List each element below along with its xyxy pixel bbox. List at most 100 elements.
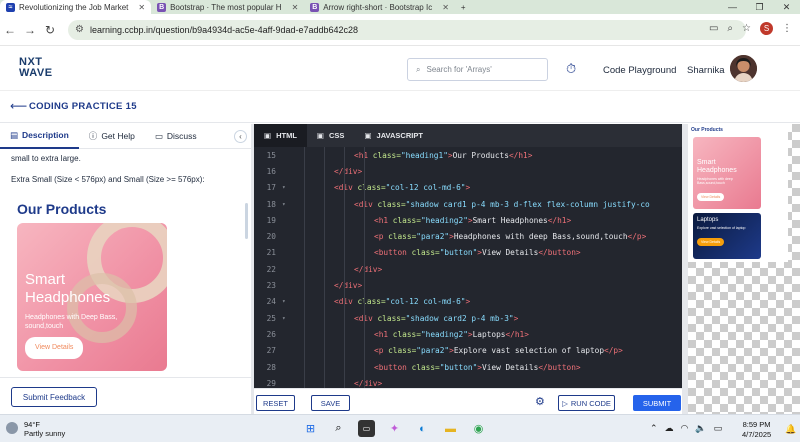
- copilot-icon[interactable]: ✦: [386, 420, 403, 437]
- tab-description[interactable]: ▤ Description: [0, 124, 79, 149]
- user-name[interactable]: Sharnika: [687, 65, 725, 76]
- bootstrap-favicon-icon: B: [157, 2, 167, 12]
- card-subtitle: Headphones with Deep Bass, sound,touch: [25, 313, 159, 331]
- date: 4/7/2025: [742, 430, 772, 439]
- file-explorer-icon[interactable]: ▬: [442, 420, 459, 437]
- line-number: 17: [266, 183, 276, 193]
- back-arrow-icon[interactable]: ←: [0, 23, 20, 37]
- indent-guide: [364, 147, 365, 388]
- search-icon[interactable]: ⌕: [330, 420, 347, 437]
- code-token: class=: [388, 346, 417, 356]
- new-tab-button[interactable]: +: [455, 0, 472, 14]
- close-tab-icon[interactable]: ✕: [442, 3, 449, 12]
- html5-icon: ▣: [264, 131, 272, 140]
- editor-tabs: ▣ HTML ▣ CSS ▣ JAVASCRIPT: [254, 124, 682, 147]
- code-line[interactable]: 28 <button class= "button" > View Details </b…: [254, 359, 682, 375]
- preview-card-button: View Details: [697, 193, 725, 201]
- close-tab-icon[interactable]: ✕: [138, 3, 145, 12]
- code-line[interactable]: 19 <h1 class= "heading2" > Smart Headphones <…: [254, 212, 682, 228]
- url-field[interactable]: ⚙ learning.ccbp.in/question/b9a4934d-ac5…: [68, 20, 746, 40]
- code-token: </h1>: [505, 329, 529, 339]
- tab-javascript[interactable]: ▣ JAVASCRIPT: [354, 124, 433, 147]
- fold-chevron-icon[interactable]: ▾: [282, 201, 294, 208]
- browser-tab-0[interactable]: ≈ Revolutionizing the Job Market ✕: [0, 0, 152, 14]
- tab-discuss[interactable]: ▭ Discuss: [145, 124, 207, 149]
- tab-css[interactable]: ▣ CSS: [307, 124, 355, 147]
- task-view-icon[interactable]: ▭: [358, 420, 375, 437]
- code-token: Smart Headphones: [472, 215, 548, 225]
- user-avatar[interactable]: [730, 55, 757, 82]
- clock[interactable]: 8:59 PM 4/7/2025: [742, 420, 771, 440]
- code-editor[interactable]: ▣ HTML ▣ CSS ▣ JAVASCRIPT 15 <h1 class= "head…: [254, 124, 682, 388]
- code-line[interactable]: 29 </div>: [254, 375, 682, 388]
- submit-button[interactable]: SUBMIT: [633, 395, 681, 411]
- code-token: </div>: [354, 378, 383, 388]
- run-code-button[interactable]: ▷ RUN CODE: [558, 395, 615, 411]
- code-area[interactable]: 15 <h1 class= "heading1" > Our Products </h1>…: [254, 147, 682, 388]
- battery-icon[interactable]: ▭: [714, 423, 723, 434]
- scrollbar-thumb[interactable]: [245, 203, 248, 239]
- code-line[interactable]: 17 ▾ <div class= "col-12 col-md-6" >: [254, 180, 682, 196]
- weather-icon: [6, 422, 18, 434]
- nxtwave-logo[interactable]: NXT WAVE: [19, 57, 53, 79]
- fold-chevron-icon[interactable]: ▾: [282, 315, 294, 322]
- code-line[interactable]: 27 <p class= "para2" > Explore vast selectio…: [254, 343, 682, 359]
- maximize-icon[interactable]: ❐: [746, 0, 773, 14]
- wifi-icon[interactable]: ◠: [681, 423, 689, 434]
- code-token: "heading2": [420, 329, 468, 339]
- bookmark-star-icon[interactable]: ☆: [742, 23, 751, 34]
- code-line[interactable]: 15 <h1 class= "heading1" > Our Products </h1>: [254, 147, 682, 163]
- code-playground-link[interactable]: Code Playground: [603, 65, 676, 76]
- code-line[interactable]: 23 </div>: [254, 277, 682, 293]
- save-button[interactable]: SAVE: [311, 395, 350, 411]
- tab-get-help[interactable]: ⓘ Get Help: [79, 124, 145, 149]
- browser-tab-2[interactable]: B Arrow right-short · Bootstrap Ic ✕: [304, 0, 455, 14]
- volume-icon[interactable]: 🔈: [695, 423, 706, 434]
- site-info-icon[interactable]: ⚙: [75, 24, 84, 35]
- back-arrow-icon[interactable]: ⟵: [10, 99, 27, 113]
- search-input[interactable]: ⌕ Search for 'Arrays': [407, 58, 548, 81]
- preview-card-sub: Headphones with deep Bass,sound,touch: [697, 177, 733, 185]
- preview-page: Our Products Smart Headphones Headphones …: [688, 124, 788, 262]
- weather-widget[interactable]: 94°F Partly sunny: [24, 420, 65, 438]
- code-line[interactable]: 22 </div>: [254, 261, 682, 277]
- bootstrap-favicon-icon: B: [310, 2, 320, 12]
- windows-start-icon[interactable]: ⊞: [302, 420, 319, 437]
- timer-icon[interactable]: ⏱: [566, 61, 576, 77]
- close-tab-icon[interactable]: ✕: [292, 3, 299, 12]
- reset-button[interactable]: RESET: [256, 395, 295, 411]
- chevron-up-icon[interactable]: ⌃: [650, 423, 658, 434]
- close-window-icon[interactable]: ✕: [773, 0, 800, 14]
- collapse-panel-icon[interactable]: ‹: [234, 130, 247, 143]
- code-token: class=: [388, 232, 417, 242]
- cloud-icon[interactable]: ☁: [665, 423, 674, 434]
- submit-feedback-button[interactable]: Submit Feedback: [11, 387, 97, 407]
- code-line[interactable]: 20 <p class= "para2" > Headphones with deep …: [254, 228, 682, 244]
- code-line[interactable]: 26 <h1 class= "heading2" > Laptops </h1>: [254, 326, 682, 342]
- code-token: class=: [357, 183, 386, 193]
- tab-html[interactable]: ▣ HTML: [254, 124, 307, 147]
- code-line[interactable]: 25 ▾ <div class= "shadow card2 p-4 mb-3" >: [254, 310, 682, 326]
- cast-icon[interactable]: ▭: [709, 23, 718, 34]
- code-line[interactable]: 24 ▾ <div class= "col-12 col-md-6" >: [254, 294, 682, 310]
- edge-icon[interactable]: ◐: [414, 420, 431, 437]
- reload-icon[interactable]: ↻: [40, 23, 60, 37]
- code-line[interactable]: 16 </div>: [254, 163, 682, 179]
- code-line[interactable]: 18 ▾ <div class= "shadow card1 p-4 mb-3 d-f…: [254, 196, 682, 212]
- gear-icon[interactable]: ⚙: [535, 395, 545, 408]
- fold-chevron-icon[interactable]: ▾: [282, 298, 294, 305]
- preview-card-button: View Details: [697, 238, 725, 246]
- notification-bell-icon[interactable]: 🔔: [785, 424, 796, 435]
- code-token: <button: [374, 362, 412, 372]
- menu-kebab-icon[interactable]: ⋮: [782, 23, 792, 34]
- line-number: 26: [266, 329, 276, 339]
- forward-arrow-icon[interactable]: →: [20, 23, 40, 37]
- code-line[interactable]: 21 <button class= "button" > View Details </b…: [254, 245, 682, 261]
- profile-avatar[interactable]: S: [760, 22, 773, 35]
- minimize-icon[interactable]: —: [719, 0, 746, 14]
- fold-chevron-icon[interactable]: ▾: [282, 184, 294, 191]
- browser-tab-1[interactable]: B Bootstrap · The most popular H ✕: [151, 0, 304, 14]
- zoom-icon[interactable]: ⌕: [727, 23, 733, 34]
- chrome-icon[interactable]: ◉: [470, 420, 487, 437]
- card-title: Smart Headphones: [25, 271, 159, 307]
